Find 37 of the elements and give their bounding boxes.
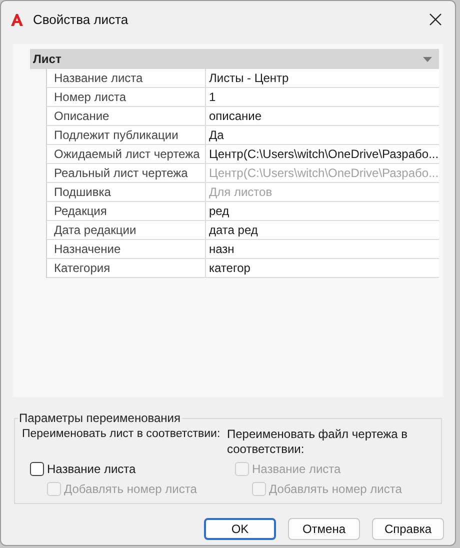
property-value[interactable]: Да [206,126,227,144]
category-header[interactable]: Лист [30,49,439,69]
column-heading: Переименовать файл чертежа в соответствии: [227,427,409,458]
property-name: Номер листа [47,88,206,106]
property-name: Редакция [47,202,206,220]
category-label: Лист [33,51,62,68]
property-value[interactable]: описание [206,107,265,125]
checkbox-label: Название листа [47,461,136,478]
property-name: Название листа [47,69,206,87]
app-logo-icon [10,12,24,26]
checkbox-label: Добавлять номер листа [64,481,197,498]
property-value[interactable]: дата ред [206,221,261,239]
property-value[interactable]: 1 [206,88,219,106]
property-value[interactable]: назн [206,240,238,258]
property-name: Дата редакции [47,221,206,239]
property-name: Ожидаемый лист чертежа [47,145,206,163]
property-name: Назначение [47,240,206,258]
window-title: Свойства листа [33,10,128,29]
property-name: Подлежит публикации [47,126,206,144]
checkbox-label: Добавлять номер листа [269,481,402,498]
collapse-caret-icon [423,56,432,62]
column-heading: Переименовать лист в соответствии: [22,427,222,442]
dialog-button[interactable]: Справка [372,518,444,540]
property-name: Категория [47,259,206,277]
checkbox[interactable] [30,462,44,476]
property-value[interactable]: Листы - Центр [206,69,292,87]
close-icon [428,13,442,26]
property-name: Реальный лист чертежа [47,164,206,182]
property-name: Описание [47,107,206,125]
group-title: Параметры переименования [18,410,182,427]
property-value[interactable]: категор [206,259,254,277]
property-value[interactable]: Центр(C:\Users\witch\OneDrive\Разрабо... [206,145,442,163]
dialog-button[interactable]: Отмена [288,518,360,540]
property-value[interactable]: ред [206,202,232,220]
dialog-button[interactable]: OK [204,518,276,540]
checkbox-label: Название листа [252,461,341,478]
property-name: Подшивка [47,183,206,201]
